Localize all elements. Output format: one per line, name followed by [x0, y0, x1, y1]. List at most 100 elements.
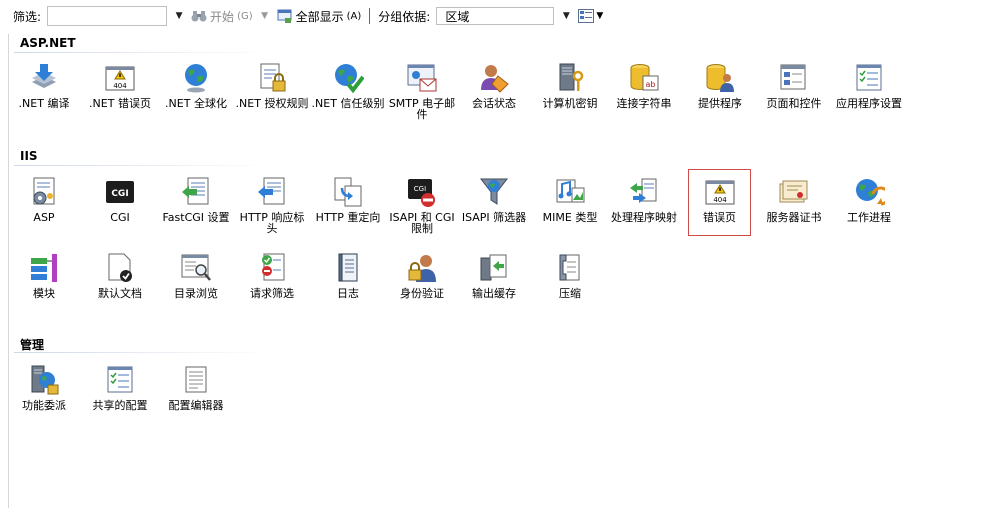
isapi-restriction-icon: CGI: [406, 176, 438, 208]
feature-providers[interactable]: 提供程序: [683, 58, 757, 128]
default-document-icon: [104, 252, 136, 284]
section-title-aspnet: ASP.NET: [20, 36, 76, 50]
feature-http-response-headers[interactable]: HTTP 响应标头: [235, 172, 309, 242]
shared-config-icon: [104, 364, 136, 396]
connection-string-icon: ab: [628, 62, 660, 94]
redirect-icon: [332, 176, 364, 208]
feature-output-caching[interactable]: 输出缓存: [457, 248, 531, 318]
feature-delegation-icon: [28, 364, 60, 396]
authentication-icon: [406, 252, 438, 284]
feature-smtp-email[interactable]: SMTP 电子邮件: [385, 58, 459, 128]
output-cache-icon: [478, 252, 510, 284]
feature-label: .NET 信任级别: [311, 97, 385, 110]
feature-asp[interactable]: ASP: [7, 172, 81, 242]
pages-controls-icon: [778, 62, 810, 94]
start-button[interactable]: 开始 (G): [191, 8, 253, 25]
section-title-iis: IIS: [20, 149, 38, 163]
feature-app-settings[interactable]: 应用程序设置: [832, 58, 906, 128]
feature-label: ISAPI 和 CGI 限制: [389, 211, 455, 235]
filter-dropdown-arrow-icon[interactable]: ▼: [173, 10, 185, 22]
feature-worker-processes[interactable]: 工作进程: [832, 172, 906, 242]
svg-text:404: 404: [713, 196, 727, 204]
feature-label: 提供程序: [698, 97, 742, 110]
feature-http-redirect[interactable]: HTTP 重定向: [311, 172, 385, 242]
feature-pages-controls[interactable]: 页面和控件: [757, 58, 831, 128]
binoculars-icon: [191, 9, 207, 23]
feature-label: 模块: [33, 287, 55, 300]
feature-directory-browsing[interactable]: 目录浏览: [159, 248, 233, 318]
feature-label: 页面和控件: [766, 97, 822, 110]
svg-text:CGI: CGI: [111, 189, 128, 199]
feature-label: .NET 错误页: [89, 97, 151, 110]
feature-connection-strings[interactable]: ab 连接字符串: [607, 58, 681, 128]
feature-label: 工作进程: [847, 211, 891, 224]
compression-icon: [554, 252, 586, 284]
feature-label: HTTP 响应标头: [239, 211, 305, 235]
feature-label: HTTP 重定向: [315, 211, 381, 224]
feature-session-state[interactable]: 会话状态: [457, 58, 531, 128]
show-all-button[interactable]: 全部显示 (A): [277, 8, 362, 25]
feature-label: 服务器证书: [766, 211, 822, 224]
group-by-select[interactable]: 区域: [436, 7, 555, 25]
feature-authentication[interactable]: 身份验证: [385, 248, 459, 318]
feature-label: 处理程序映射: [611, 211, 677, 224]
feature-request-filtering[interactable]: 请求筛选: [235, 248, 309, 318]
log-icon: [332, 252, 364, 284]
feature-fastcgi[interactable]: FastCGI 设置: [159, 172, 233, 242]
filter-label: 筛选:: [13, 9, 42, 24]
feature-delegation[interactable]: 功能委派: [7, 360, 81, 430]
email-icon: [406, 62, 438, 94]
svg-text:ab: ab: [646, 80, 656, 89]
globe-icon: [180, 62, 212, 94]
feature-mime-types[interactable]: MIME 类型: [533, 172, 607, 242]
fastcgi-icon: [180, 176, 212, 208]
feature-error-pages[interactable]: 404 错误页: [688, 169, 751, 236]
feature-configuration-editor[interactable]: 配置编辑器: [159, 360, 233, 430]
feature-logging[interactable]: 日志: [311, 248, 385, 318]
app-settings-icon: [853, 62, 885, 94]
view-mode-button[interactable]: ▼: [578, 9, 603, 23]
filter-input[interactable]: [47, 6, 168, 26]
http-headers-icon: [256, 176, 288, 208]
group-dropdown-arrow-icon[interactable]: ▼: [560, 10, 572, 22]
feature-dotnet-compilation[interactable]: .NET 编译: [7, 58, 81, 128]
feature-compression[interactable]: 压缩: [533, 248, 607, 318]
feature-default-document[interactable]: 默认文档: [83, 248, 157, 318]
feature-handler-mappings[interactable]: 处理程序映射: [607, 172, 681, 242]
feature-isapi-filters[interactable]: ISAPI 筛选器: [457, 172, 531, 242]
feature-dotnet-error-pages[interactable]: 404 .NET 错误页: [83, 58, 157, 128]
error-404-icon: 404: [104, 62, 136, 94]
feature-label: 目录浏览: [174, 287, 218, 300]
feature-label: CGI: [110, 211, 130, 224]
feature-label: 会话状态: [472, 97, 516, 110]
start-dropdown-arrow-icon[interactable]: ▼: [259, 10, 271, 22]
feature-dotnet-globalization[interactable]: .NET 全球化: [159, 58, 233, 128]
globe-check-icon: [332, 62, 364, 94]
feature-label: 应用程序设置: [836, 97, 902, 110]
feature-server-certificates[interactable]: 服务器证书: [757, 172, 831, 242]
view-dropdown-arrow-icon: ▼: [596, 11, 604, 21]
mime-icon: [554, 176, 586, 208]
feature-isapi-cgi-restrictions[interactable]: CGI ISAPI 和 CGI 限制: [385, 172, 459, 242]
feature-label: 默认文档: [98, 287, 142, 300]
start-label: 开始: [210, 9, 235, 24]
feature-label: 压缩: [559, 287, 581, 300]
feature-dotnet-trust-levels[interactable]: .NET 信任级别: [311, 58, 385, 128]
asp-gear-icon: [28, 176, 60, 208]
section-divider: [14, 52, 274, 53]
feature-modules[interactable]: 模块: [7, 248, 81, 318]
feature-label: ISAPI 筛选器: [461, 211, 527, 224]
feature-label: .NET 授权规则: [235, 97, 309, 110]
feature-cgi[interactable]: CGI CGI: [83, 172, 157, 242]
feature-label: ASP: [33, 211, 55, 224]
handler-mapping-icon: [628, 176, 660, 208]
show-all-icon: [277, 8, 293, 24]
feature-shared-configuration[interactable]: 共享的配置: [83, 360, 157, 430]
feature-machine-key[interactable]: 计算机密钥: [533, 58, 607, 128]
show-all-shortcut: (A): [346, 10, 362, 22]
svg-text:404: 404: [113, 82, 127, 90]
feature-label: 输出缓存: [472, 287, 516, 300]
feature-dotnet-authorization[interactable]: .NET 授权规则: [235, 58, 309, 128]
feature-label: FastCGI 设置: [162, 211, 230, 224]
show-all-label: 全部显示: [295, 9, 344, 24]
